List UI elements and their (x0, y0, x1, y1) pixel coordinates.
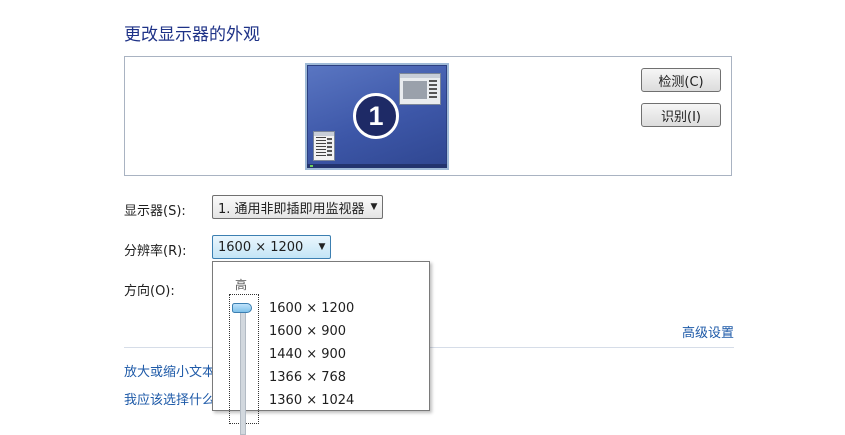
chevron-down-icon: ▼ (370, 202, 378, 212)
advanced-settings-link[interactable]: 高级设置 (682, 322, 734, 341)
resolution-option[interactable]: 1360 × 1024 (269, 393, 354, 408)
display-select[interactable]: 1. 通用非即插即用监视器 ▼ (212, 195, 383, 219)
resolution-label: 分辨率(R): (124, 244, 187, 259)
detect-button[interactable]: 检测(C) (641, 68, 721, 92)
page-title: 更改显示器的外观 (124, 25, 260, 45)
display-preview-panel: 1 检测(C) 识别(I) (124, 56, 732, 176)
monitor-number-badge: 1 (353, 93, 399, 139)
help-choose-link[interactable]: 我应该选择什么 (124, 389, 215, 408)
text-size-link[interactable]: 放大或缩小文本 (124, 361, 215, 380)
resolution-option[interactable]: 1366 × 768 (269, 370, 346, 385)
chevron-down-icon: ▼ (318, 242, 326, 252)
monitor-1-thumbnail[interactable]: 1 (305, 63, 449, 170)
resolution-option[interactable]: 1600 × 900 (269, 324, 346, 339)
mini-window-large-icon (399, 73, 441, 105)
resolution-slider-frame (229, 294, 259, 435)
resolution-select[interactable]: 1600 × 1200 ▼ (212, 235, 331, 259)
orientation-label: 方向(O): (124, 284, 175, 299)
resolution-option[interactable]: 1600 × 1200 (269, 301, 354, 316)
identify-button[interactable]: 识别(I) (641, 103, 721, 127)
display-select-value: 1. 通用非即插即用监视器 (218, 201, 365, 217)
slider-high-label: 高 (235, 278, 248, 292)
display-label: 显示器(S): (124, 204, 186, 219)
resolution-slider-thumb[interactable] (232, 303, 252, 313)
resolution-slider-track[interactable] (240, 305, 246, 435)
resolution-select-value: 1600 × 1200 (218, 239, 304, 255)
resolution-option[interactable]: 1440 × 900 (269, 347, 346, 362)
taskbar-graphic (307, 164, 447, 168)
mini-window-small-icon (313, 131, 335, 161)
resolution-dropdown: 高 1600 × 1200 1600 × 900 1440 × 900 1366… (212, 261, 430, 435)
